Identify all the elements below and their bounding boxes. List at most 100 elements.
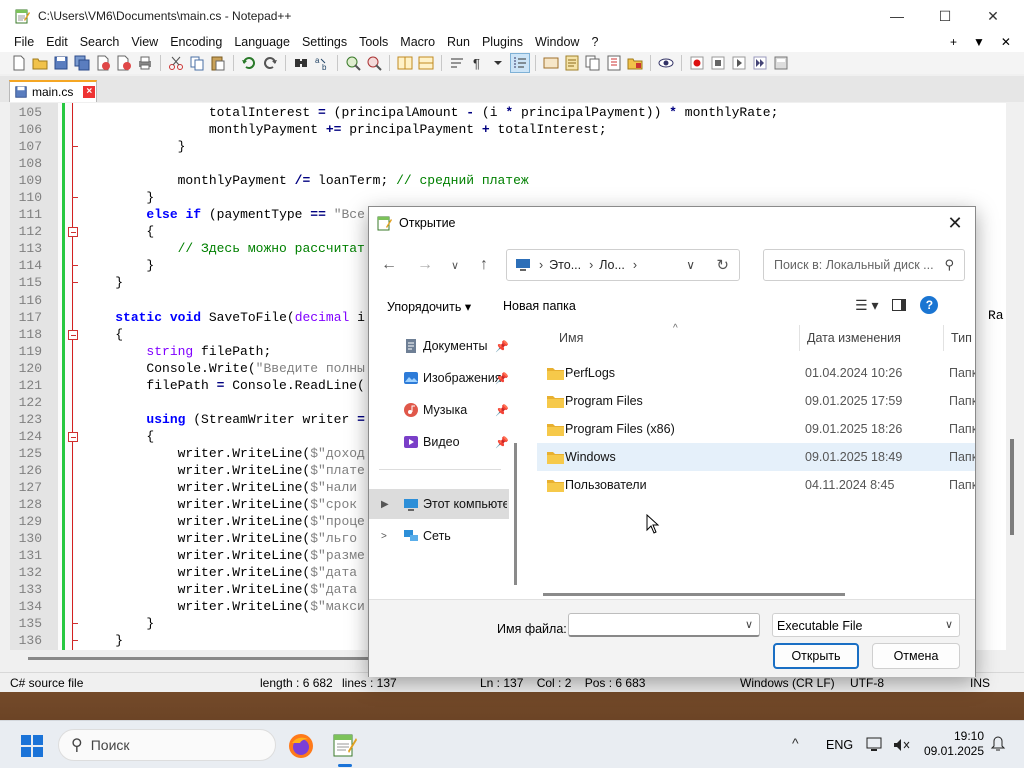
search-box[interactable]: Поиск в: Локальный диск ... ⚲ <box>763 249 965 281</box>
notepadpp-taskbar-icon[interactable] <box>331 732 357 758</box>
menu-encoding[interactable]: Encoding <box>164 35 228 49</box>
zoom-out-icon[interactable] <box>365 54 383 72</box>
file-list-horizontal-scrollbar[interactable] <box>543 593 845 596</box>
notification-bell-icon[interactable] <box>990 736 1006 752</box>
paste-icon[interactable] <box>209 54 227 72</box>
fold-marker-icon[interactable] <box>68 329 78 340</box>
menu-macro[interactable]: Macro <box>394 35 441 49</box>
organize-button[interactable]: Упорядочить ▾ <box>387 299 471 314</box>
menu-run[interactable]: Run <box>441 35 476 49</box>
network-status-icon[interactable] <box>866 736 886 754</box>
menu-file[interactable]: File <box>8 35 40 49</box>
save-all-icon[interactable] <box>73 54 91 72</box>
code-line[interactable]: 109 monthlyPayment /= loanTerm; // средн… <box>10 172 1006 189</box>
view-options-icon[interactable]: ☰ ▾ <box>855 297 878 314</box>
menu-search[interactable]: Search <box>74 35 126 49</box>
dialog-close-button[interactable]: ✕ <box>941 211 969 235</box>
doc-list-icon[interactable] <box>584 54 602 72</box>
cut-icon[interactable] <box>167 54 185 72</box>
chevron-down-icon[interactable]: ∨ <box>745 618 753 631</box>
word-wrap-icon[interactable] <box>448 54 466 72</box>
indent-guides-toggle-icon[interactable] <box>510 53 530 73</box>
up-arrow-icon[interactable]: ↑ <box>472 253 496 277</box>
expand-chevron-icon[interactable]: > <box>381 531 387 542</box>
code-line[interactable]: 107 } <box>10 138 1006 155</box>
back-arrow-icon[interactable]: ← <box>377 253 401 277</box>
indent-guide-icon[interactable] <box>490 54 508 72</box>
close-all-icon[interactable] <box>115 54 133 72</box>
forward-arrow-icon[interactable]: → <box>413 253 437 277</box>
sync-h-icon[interactable] <box>417 54 435 72</box>
open-file-icon[interactable] <box>31 54 49 72</box>
nav-item-network[interactable]: > Сеть <box>369 521 509 551</box>
play-macro-icon[interactable] <box>730 54 748 72</box>
close-icon[interactable] <box>94 54 112 72</box>
doc-map-icon[interactable] <box>563 54 581 72</box>
new-file-icon[interactable] <box>10 54 28 72</box>
find-icon[interactable] <box>292 54 310 72</box>
close-window-button[interactable]: ✕ <box>970 0 1016 32</box>
code-line[interactable]: 106 monthlyPayment += principalPayment +… <box>10 121 1006 138</box>
breadcrumb-local-disk[interactable]: Ло... <box>599 258 625 272</box>
preview-pane-icon[interactable] <box>892 299 907 311</box>
cancel-button[interactable]: Отмена <box>872 643 960 669</box>
nav-item-music[interactable]: Музыка 📌 <box>369 395 509 425</box>
code-line[interactable]: 110 } <box>10 189 1006 206</box>
menu-settings[interactable]: Settings <box>296 35 353 49</box>
nav-item-pictures[interactable]: Изображения 📌 <box>369 363 509 393</box>
zoom-in-icon[interactable] <box>344 54 362 72</box>
column-name[interactable]: Имя <box>559 325 583 351</box>
tab-main-cs[interactable]: main.cs × <box>9 80 97 102</box>
expand-chevron-icon[interactable]: ▶ <box>381 499 389 510</box>
help-icon[interactable]: ? <box>920 296 939 314</box>
stop-macro-icon[interactable] <box>709 54 727 72</box>
taskbar-search[interactable]: ⚲ Поиск <box>58 729 276 761</box>
sync-v-icon[interactable] <box>396 54 414 72</box>
refresh-icon[interactable]: ↻ <box>716 256 729 274</box>
record-macro-icon[interactable] <box>688 54 706 72</box>
tray-overflow-chevron-icon[interactable]: ^ <box>792 735 799 751</box>
replace-icon[interactable]: ab <box>313 54 331 72</box>
show-all-chars-icon[interactable]: ¶ <box>469 54 487 72</box>
copy-icon[interactable] <box>188 54 206 72</box>
new-tab-button[interactable]: + <box>950 35 957 49</box>
menu-view[interactable]: View <box>125 35 164 49</box>
nav-item-video[interactable]: Видео 📌 <box>369 427 509 457</box>
recent-locations-chevron-icon[interactable]: ∨ <box>443 253 467 277</box>
open-button[interactable]: Открыть <box>773 643 859 669</box>
address-bar[interactable]: › Это... › Ло... › ∨ ↻ <box>506 249 740 281</box>
file-row-windows[interactable]: Windows 09.01.2025 18:49 Папк <box>537 443 975 471</box>
nav-item-this-pc[interactable]: ▶ Этот компьютер <box>369 489 509 519</box>
print-icon[interactable] <box>136 54 154 72</box>
save-macro-icon[interactable] <box>772 54 790 72</box>
udl-icon[interactable] <box>542 54 560 72</box>
code-line[interactable]: 105 totalInterest = (principalAmount - (… <box>10 104 1006 121</box>
editor-vertical-scrollbar[interactable] <box>1006 103 1020 650</box>
windows-start-icon[interactable] <box>20 734 44 758</box>
column-type[interactable]: Тип <box>951 325 972 351</box>
file-row-perflogs[interactable]: PerfLogs 01.04.2024 10:26 Папк <box>537 359 975 387</box>
clock[interactable]: 19:10 09.01.2025 <box>922 729 984 759</box>
close-doc-button[interactable]: ✕ <box>1001 35 1011 49</box>
file-row-program-files[interactable]: Program Files 09.01.2025 17:59 Папк <box>537 387 975 415</box>
undo-icon[interactable] <box>240 54 258 72</box>
new-folder-button[interactable]: Новая папка <box>503 299 576 313</box>
menu-help[interactable]: ? <box>585 35 604 49</box>
tab-list-button[interactable]: ▼ <box>973 35 985 49</box>
function-list-icon[interactable] <box>605 54 623 72</box>
menu-tools[interactable]: Tools <box>353 35 394 49</box>
menu-window[interactable]: Window <box>529 35 585 49</box>
maximize-button[interactable]: ☐ <box>922 0 968 32</box>
folder-workspace-icon[interactable] <box>626 54 644 72</box>
monitoring-icon[interactable] <box>657 54 675 72</box>
filename-input[interactable]: ∨ <box>568 613 760 637</box>
nav-scrollbar[interactable] <box>514 443 517 585</box>
nav-item-documents[interactable]: Документы 📌 <box>369 331 509 361</box>
minimize-button[interactable]: — <box>874 0 920 32</box>
input-language[interactable]: ENG <box>826 738 853 752</box>
volume-muted-icon[interactable] <box>892 736 910 754</box>
tab-close-icon[interactable]: × <box>83 86 96 98</box>
breadcrumb-this-pc[interactable]: Это... <box>549 258 581 272</box>
fold-marker-icon[interactable] <box>68 227 78 238</box>
menu-edit[interactable]: Edit <box>40 35 74 49</box>
